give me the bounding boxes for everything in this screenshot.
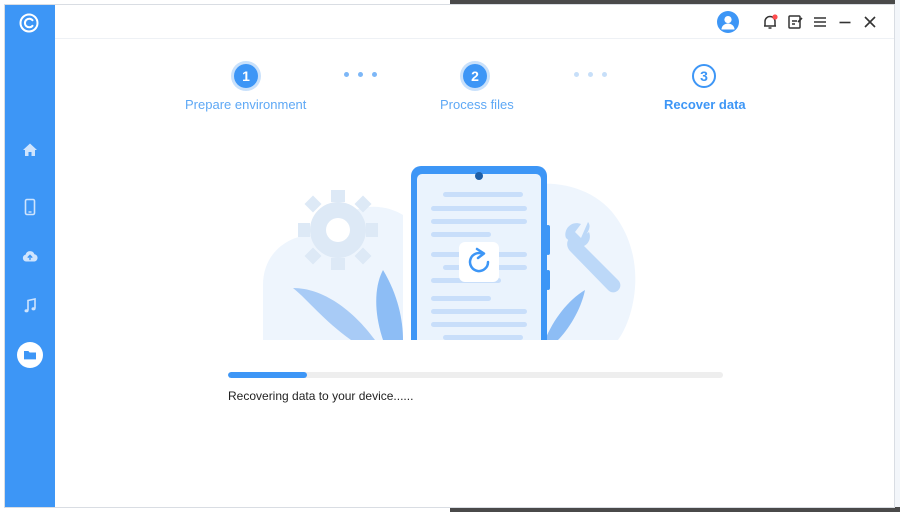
step-1-number: 1 — [234, 64, 258, 88]
step-3-label: Recover data — [664, 97, 746, 112]
recovery-progress-fill — [228, 372, 308, 378]
close-button[interactable] — [858, 10, 882, 34]
app-logo-icon[interactable] — [18, 12, 40, 34]
recovery-progress-bar — [228, 372, 723, 378]
background-window-strip-right — [895, 0, 900, 512]
sidebar-item-files[interactable] — [5, 335, 55, 375]
sidebar-item-cloud[interactable] — [5, 236, 55, 276]
notification-button[interactable] — [758, 10, 782, 34]
menu-icon — [814, 17, 826, 27]
home-icon — [23, 143, 37, 156]
active-indicator — [17, 342, 43, 368]
minimize-button[interactable] — [833, 10, 857, 34]
folder-icon — [24, 351, 36, 360]
step-connector-1 — [344, 72, 377, 77]
cloud-icon — [22, 251, 38, 262]
sidebar — [5, 5, 55, 507]
recovery-status-text: Recovering data to your device...... — [228, 389, 414, 403]
sidebar-item-home[interactable] — [5, 130, 55, 170]
bell-icon — [764, 14, 778, 29]
title-bar — [55, 5, 894, 39]
step-3-number: 3 — [692, 64, 716, 88]
feedback-button[interactable] — [783, 10, 807, 34]
refresh-icon — [459, 242, 499, 282]
step-1-label: Prepare environment — [185, 97, 307, 112]
gear-icon — [298, 190, 378, 270]
app-window: 1 Prepare environment 2 Process files 3 … — [4, 4, 895, 508]
feedback-icon — [788, 15, 803, 29]
step-2-label: Process files — [440, 97, 514, 112]
close-icon — [864, 16, 876, 28]
menu-button[interactable] — [808, 10, 832, 34]
music-icon — [24, 298, 36, 313]
step-2-number: 2 — [463, 64, 487, 88]
step-connector-2 — [574, 72, 607, 77]
recovery-illustration — [263, 160, 643, 356]
sidebar-item-music[interactable] — [5, 286, 55, 326]
user-avatar-icon[interactable] — [717, 11, 739, 33]
minimize-icon — [839, 21, 851, 24]
phone-icon — [24, 198, 36, 216]
sidebar-item-device[interactable] — [5, 187, 55, 227]
